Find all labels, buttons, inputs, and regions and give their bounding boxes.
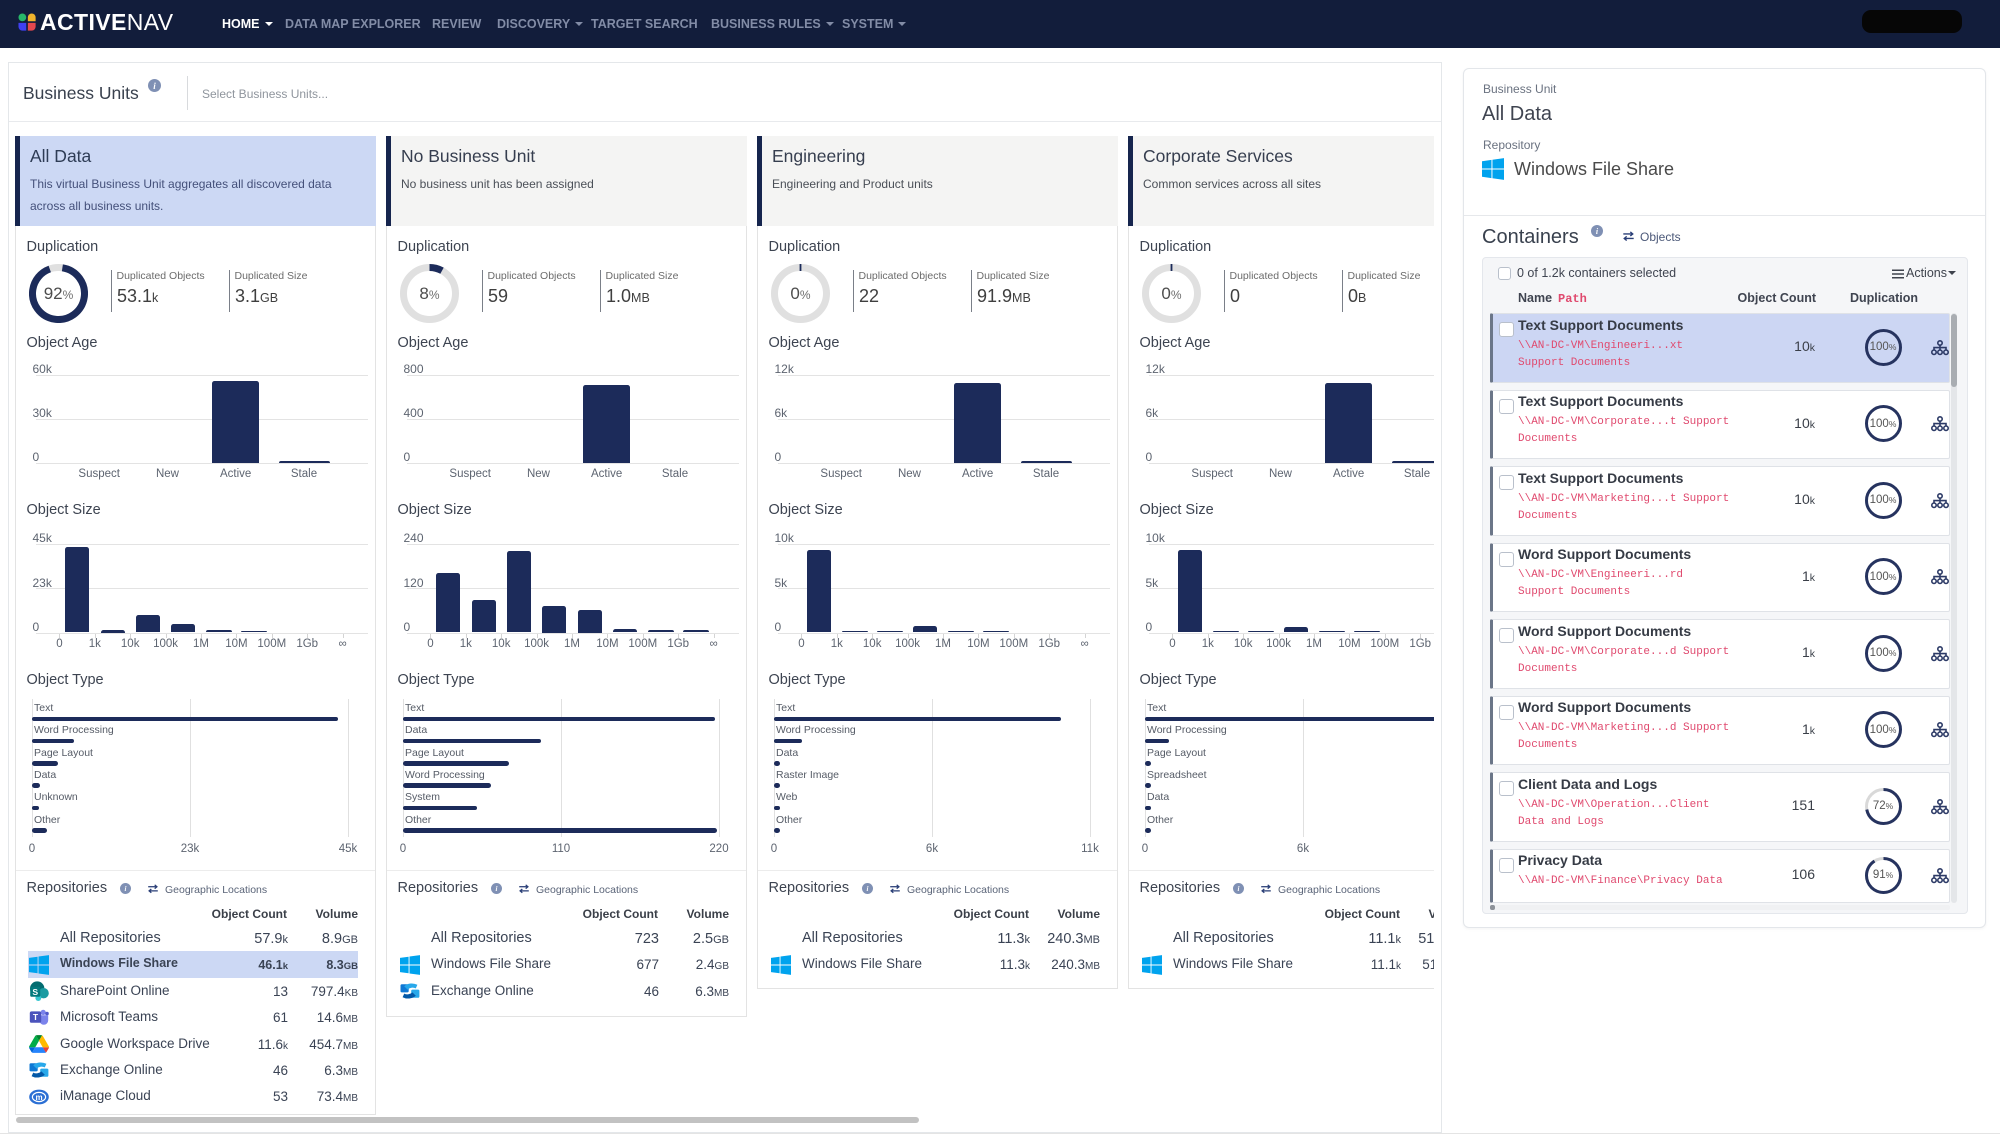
svg-text:T: T [32, 1013, 38, 1023]
svg-text:S: S [32, 987, 38, 997]
svg-text:m: m [35, 1093, 42, 1102]
